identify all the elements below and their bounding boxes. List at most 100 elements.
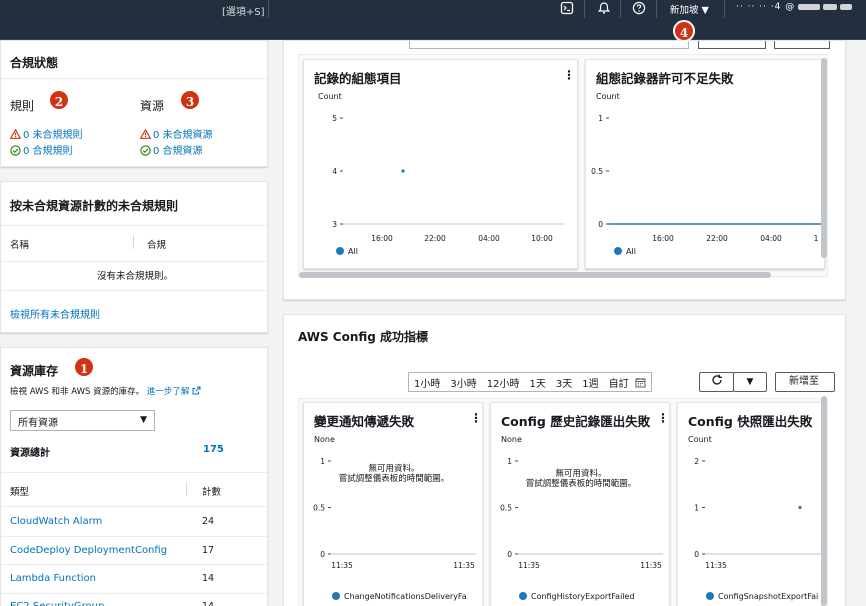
callout-badge-1: 1 bbox=[73, 356, 95, 378]
resource-inventory-panel: 資源庫存 檢視 AWS 和非 AWS 資源的庫存。 進一步了解 所有資源 ▼ 資… bbox=[0, 347, 268, 606]
resource-count: 14 bbox=[202, 601, 214, 606]
y-tick-label: 0 bbox=[694, 550, 699, 559]
no-data-message: 無可用資料。 嘗試調整儀表板的時間範圍。 bbox=[338, 464, 450, 484]
legend-swatch bbox=[519, 592, 527, 600]
x-tick-label: 11:35 bbox=[705, 561, 727, 570]
x-tick-label: 11:35 bbox=[453, 561, 475, 570]
vertical-scrollbar[interactable] bbox=[821, 58, 827, 258]
panel-title: AWS Config 成功指標 bbox=[298, 330, 429, 344]
data-point bbox=[401, 169, 405, 173]
legend-item: ChangeNotificationsDeliveryFa bbox=[332, 592, 467, 601]
x-tick-label: 16:00 bbox=[652, 234, 674, 243]
resource-type-link[interactable]: EC2 SecurityGroup bbox=[10, 601, 104, 606]
legend-item: All bbox=[336, 247, 358, 256]
empty-state-message: 沒有未合規規則。 bbox=[96, 271, 173, 282]
external-link-icon bbox=[192, 386, 201, 395]
y-axis-label: Count bbox=[596, 92, 620, 101]
legend-swatch bbox=[706, 592, 714, 600]
x-tick-label: 1 bbox=[814, 234, 819, 243]
change-notification-failure-widget: 變更通知傳遞失敗 ⋮ None 0 0.5 1 11:35 11:35 ChangeNoti… bbox=[303, 402, 483, 606]
y-tick-label: 1 bbox=[694, 504, 699, 513]
range-custom[interactable]: 自訂 bbox=[604, 375, 634, 390]
legend-label: ConfigHistoryExportFailed bbox=[531, 592, 635, 601]
chart-svg: Count 0 0.5 1 16:00 22:00 04:00 1 All bbox=[591, 92, 824, 256]
resource-type-link[interactable]: Lambda Function bbox=[10, 573, 96, 584]
time-range-selector: 1小時 3小時 12小時 1天 3天 1週 自訂 bbox=[408, 372, 652, 392]
data-point bbox=[798, 505, 802, 510]
refresh-button[interactable] bbox=[699, 372, 734, 392]
resource-type-link[interactable]: CodeDeploy DeploymentConfig bbox=[10, 545, 167, 556]
legend-label: All bbox=[626, 247, 636, 256]
legend-item: ConfigSnapshotExportFai bbox=[706, 592, 818, 601]
snapshot-export-failure-widget: Config 快照匯出失敗 Count 0 1 2 11:35 ConfigSnapsho… bbox=[677, 402, 822, 606]
range-1h[interactable]: 1小時 bbox=[409, 375, 445, 390]
legend-swatch bbox=[332, 592, 340, 600]
help-icon[interactable] bbox=[631, 1, 647, 17]
y-axis-label: Count bbox=[688, 435, 712, 444]
y-tick-label: 3 bbox=[332, 220, 337, 229]
warning-icon bbox=[140, 129, 151, 139]
range-1w[interactable]: 1週 bbox=[577, 375, 603, 390]
range-1d[interactable]: 1天 bbox=[524, 375, 550, 390]
column-header-count[interactable]: 計數 bbox=[202, 484, 221, 498]
caret-down-icon: ▼ bbox=[746, 377, 754, 387]
callout-badge-3: 3 bbox=[179, 89, 201, 111]
calendar-icon[interactable] bbox=[635, 377, 646, 388]
x-tick-label: 11:35 bbox=[331, 561, 353, 570]
search-shortcut-hint: [選項+S] bbox=[222, 7, 265, 18]
bell-icon[interactable] bbox=[596, 1, 612, 17]
y-tick-label: 4 bbox=[332, 167, 337, 176]
learn-more-link[interactable]: 進一步了解 bbox=[147, 387, 190, 397]
check-circle-icon bbox=[140, 145, 151, 156]
x-tick-label: 22:00 bbox=[424, 234, 446, 243]
rules-compliant-link[interactable]: 0 合規規則 bbox=[10, 139, 73, 158]
noncompliant-rules-panel: 按未合規資源計數的未合規規則 名稱 合規 沒有未合規規則。 檢視所有未合規規則 bbox=[0, 181, 268, 333]
resource-count: 17 bbox=[202, 545, 215, 556]
refresh-icon bbox=[711, 374, 722, 385]
top-navigation: [選項+S] 新加坡 ▼ ·· ·· ·· ·4 @ bbox=[0, 0, 866, 40]
nav-divider bbox=[268, 0, 269, 18]
resource-count: 14 bbox=[202, 573, 215, 584]
column-header-type[interactable]: 類型 bbox=[10, 484, 29, 498]
horizontal-scrollbar[interactable] bbox=[299, 272, 771, 278]
y-tick-label: 0.5 bbox=[500, 504, 512, 513]
account-menu[interactable]: ·· ·· ·· ·4 @ bbox=[736, 2, 853, 12]
panel-title: 按未合規資源計數的未合規規則 bbox=[10, 199, 179, 213]
inventory-description: 檢視 AWS 和非 AWS 資源的庫存。 進一步了解 bbox=[10, 385, 201, 397]
legend-label: ChangeNotificationsDeliveryFa bbox=[344, 592, 467, 601]
recorder-permission-failure-widget: 組態記錄器許可不足失敗 Count 0 0.5 1 16:00 22:00 04:00 1 Al… bbox=[585, 59, 825, 269]
account-id: ·· ·· ·· ·4 @ bbox=[736, 2, 796, 12]
total-resources-value[interactable]: 175 bbox=[203, 444, 224, 455]
legend-label: All bbox=[348, 247, 358, 256]
column-header-compliance[interactable]: 合規 bbox=[147, 237, 166, 251]
resource-filter-select[interactable]: 所有資源 ▼ bbox=[10, 410, 155, 431]
callout-badge-2: 2 bbox=[48, 89, 70, 111]
y-tick-label: 0 bbox=[598, 220, 603, 229]
add-to-dashboard-button[interactable]: 新增至 bbox=[775, 372, 835, 392]
legend-item: ConfigHistoryExportFailed bbox=[519, 592, 635, 601]
resource-type-link[interactable]: CloudWatch Alarm bbox=[10, 516, 102, 527]
resources-compliant-link[interactable]: 0 合規資源 bbox=[140, 139, 203, 158]
history-export-failure-widget: Config 歷史記錄匯出失敗 ⋮ None 0 0.5 1 11:35 11:35 Con… bbox=[490, 402, 670, 606]
callout-badge-4: 4 bbox=[673, 20, 695, 42]
y-axis-label: None bbox=[314, 435, 335, 444]
total-resources-label: 資源總計 bbox=[10, 448, 50, 459]
region-selector[interactable]: 新加坡 ▼ bbox=[670, 2, 709, 16]
range-12h[interactable]: 12小時 bbox=[482, 375, 525, 390]
view-all-noncompliant-link[interactable]: 檢視所有未合規規則 bbox=[10, 306, 100, 321]
chart-svg: Count 0 1 2 11:35 ConfigSnapshotExportFai bbox=[688, 435, 821, 601]
cloudshell-icon[interactable] bbox=[559, 1, 575, 17]
panel-title: 合規狀態 bbox=[10, 56, 59, 70]
compliance-status-panel: 合規狀態 規則 資源 0 未合規規則 0 合規規則 0 未合規資源 0 合規資源 bbox=[0, 40, 268, 167]
range-3h[interactable]: 3小時 bbox=[445, 375, 481, 390]
recorded-config-items-widget: 記錄的組態項目 ⋮ Count 3 4 5 16:00 22:00 04:00 10:00 Al… bbox=[303, 59, 578, 269]
chart-svg: Count 3 4 5 16:00 22:00 04:00 10:00 All bbox=[318, 92, 564, 256]
x-tick-label: 22:00 bbox=[706, 234, 728, 243]
y-axis-label: Count bbox=[318, 92, 342, 101]
refresh-interval-dropdown[interactable]: ▼ bbox=[733, 372, 767, 392]
range-3d[interactable]: 3天 bbox=[551, 375, 577, 390]
legend-item: All bbox=[614, 247, 636, 256]
vertical-scrollbar[interactable] bbox=[821, 396, 827, 606]
y-tick-label: 2 bbox=[694, 457, 699, 466]
column-header-name[interactable]: 名稱 bbox=[10, 237, 29, 251]
